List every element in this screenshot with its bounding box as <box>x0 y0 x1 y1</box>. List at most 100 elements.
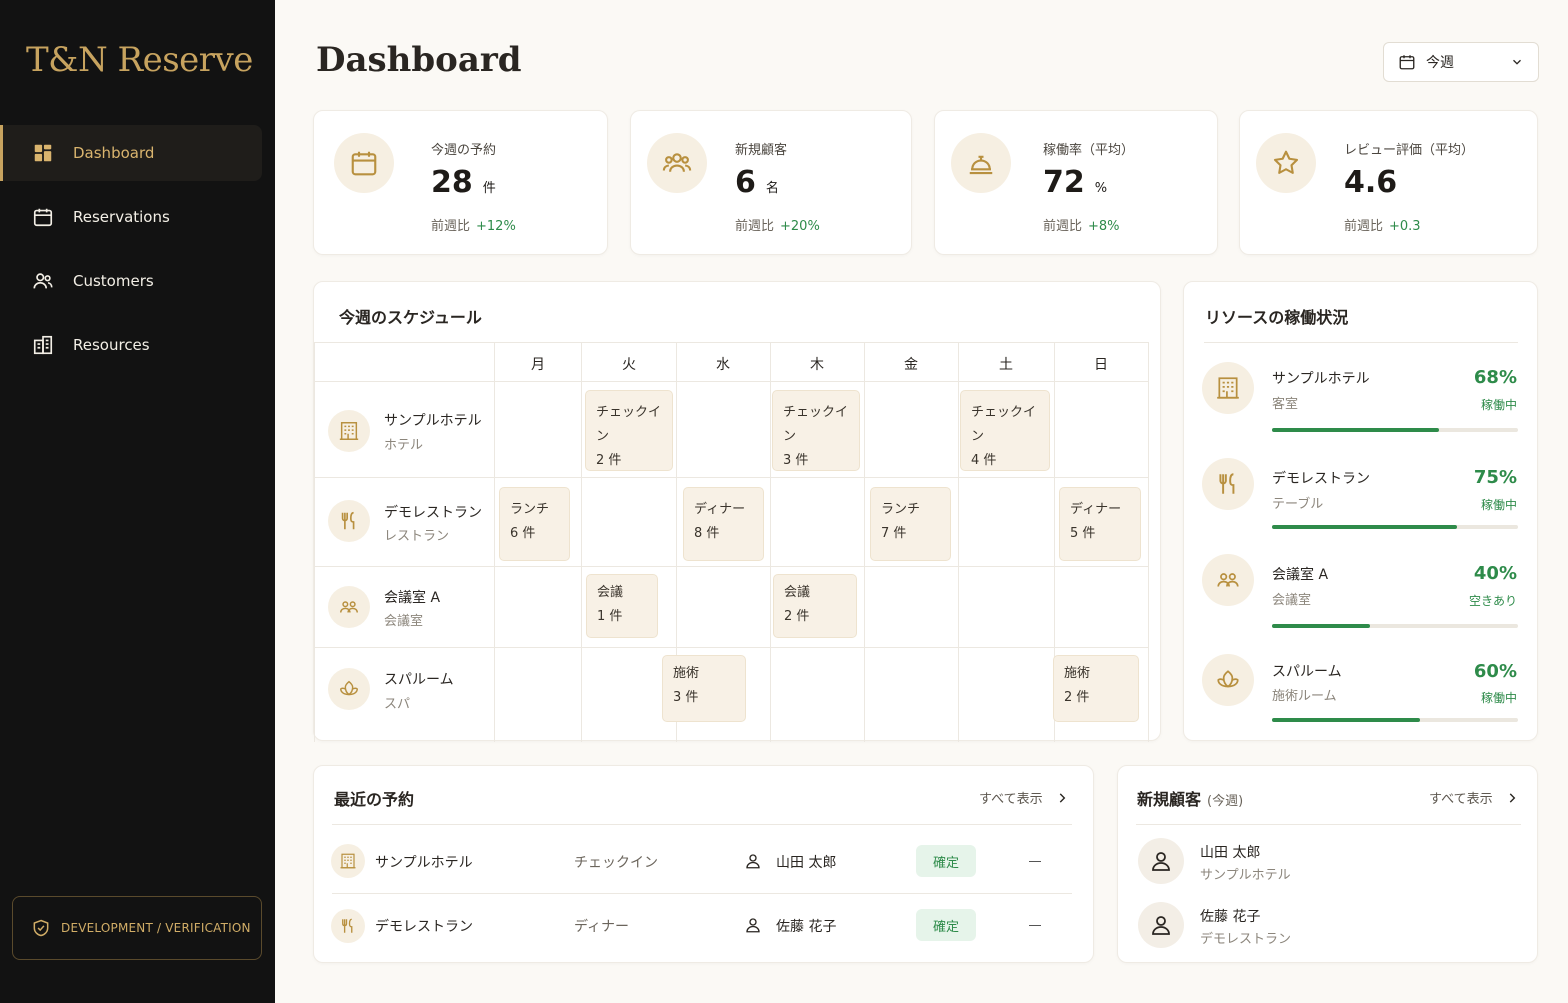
stat-delta-value: +12% <box>476 219 516 234</box>
resource-icon-wrap <box>1202 554 1254 606</box>
schedule-event[interactable]: ランチ 7 件 <box>870 487 951 561</box>
schedule-event[interactable]: チェックイン 2 件 <box>585 390 673 471</box>
hotel-icon <box>1217 377 1239 399</box>
stat-delta: 前週比 +20% <box>735 215 820 234</box>
utilization-bar-fill <box>1272 525 1457 529</box>
event-count: 3 件 <box>673 690 699 705</box>
star-icon <box>1273 150 1299 174</box>
day-header-fri: 金 <box>904 357 918 373</box>
event-label: チェックイン <box>971 405 1037 444</box>
stat-label: 新規顧客 <box>735 143 788 158</box>
event-label: 施術 <box>673 666 700 681</box>
sidebar-item-label: Customers <box>73 272 154 290</box>
day-header-sat: 土 <box>999 357 1013 373</box>
event-label: ディナー <box>1070 502 1122 517</box>
new-customers-title: 新規顧客 (今週) <box>1137 786 1243 810</box>
schedule-event[interactable]: チェックイン 4 件 <box>960 390 1050 471</box>
sidebar-item-customers[interactable]: Customers <box>0 253 262 309</box>
grid-line <box>581 342 582 742</box>
resource-type: 会議室 <box>384 614 424 629</box>
stat-value: 6名 <box>735 165 779 200</box>
schedule-title: 今週のスケジュール <box>339 308 482 327</box>
resource-icon-wrap <box>1202 362 1254 414</box>
grid-line <box>494 342 495 742</box>
schedule-card: 今週のスケジュール 月 火 水 木 金 土 日 サンプルホテル ホテル デモレス… <box>313 281 1161 742</box>
calendar-icon <box>1399 55 1415 70</box>
stat-delta-label: 前週比 <box>1344 219 1384 234</box>
schedule-event[interactable]: ランチ 6 件 <box>499 487 570 561</box>
row-menu-dash[interactable] <box>1029 861 1041 862</box>
schedule-event[interactable]: 施術 3 件 <box>662 655 746 722</box>
environment-badge: DEVELOPMENT / VERIFICATION <box>12 896 262 960</box>
schedule-event[interactable]: ディナー 8 件 <box>683 487 764 561</box>
utilization-name: デモレストラン <box>1272 471 1370 487</box>
new-customers-view-all-link[interactable]: すべて表示 <box>1429 788 1519 807</box>
utilization-status: 稼働中 <box>1480 398 1517 412</box>
schedule-event[interactable]: 会議 1 件 <box>586 574 658 638</box>
stat-value: 28 件 <box>431 165 496 200</box>
divider <box>332 893 1072 894</box>
reservation-kind: ディナー <box>574 919 630 935</box>
stat-number: 6 <box>735 165 756 200</box>
schedule-event[interactable]: 施術 2 件 <box>1053 655 1139 722</box>
event-count: 8 件 <box>694 526 720 541</box>
utilization-bar-fill <box>1272 718 1420 722</box>
stat-number: 28 <box>431 165 473 200</box>
resource-icon-wrap <box>1202 654 1254 706</box>
building-icon <box>33 335 53 355</box>
grid-line <box>314 342 315 742</box>
week-select[interactable]: 今週 <box>1383 42 1539 82</box>
sidebar-item-reservations[interactable]: Reservations <box>0 189 262 245</box>
grid-line <box>1148 342 1149 742</box>
schedule-event[interactable]: 会議 2 件 <box>773 574 857 638</box>
users-icon <box>33 273 53 289</box>
stat-delta-value: +0.3 <box>1389 219 1421 234</box>
stat-delta-label: 前週比 <box>735 219 775 234</box>
utilization-percent: 40% <box>1473 563 1517 584</box>
event-count: 1 件 <box>597 609 623 624</box>
grid-line <box>314 381 1149 382</box>
utilization-percent: 75% <box>1473 467 1517 488</box>
event-count: 6 件 <box>510 526 536 541</box>
grid-line <box>864 342 865 742</box>
row-menu-dash[interactable] <box>1029 925 1041 926</box>
utilization-type: テーブル <box>1272 497 1324 512</box>
reservation-customer: 山田 太郎 <box>776 855 837 871</box>
stat-label: 稼働率（平均） <box>1043 143 1135 158</box>
stat-label: レビュー評価（平均） <box>1344 143 1475 158</box>
recent-view-all-link[interactable]: すべて表示 <box>979 788 1069 807</box>
utilization-name: サンプルホテル <box>1272 371 1370 387</box>
chevron-right-icon <box>1059 792 1065 803</box>
sidebar-item-dashboard[interactable]: Dashboard <box>0 125 262 181</box>
event-label: ランチ <box>510 502 550 517</box>
customer-name: 佐藤 花子 <box>1200 909 1261 925</box>
row-icon-wrap <box>331 844 365 878</box>
reservation-customer: 佐藤 花子 <box>776 919 837 935</box>
resource-icon-wrap <box>328 500 370 542</box>
utilization-bar <box>1272 525 1518 529</box>
user-icon <box>1152 916 1170 935</box>
lotus-icon <box>1217 670 1239 688</box>
stat-value: 72% <box>1043 165 1107 200</box>
event-count: 7 件 <box>881 526 907 541</box>
avatar <box>1138 838 1184 884</box>
recent-title: 最近の予約 <box>334 790 415 809</box>
schedule-event[interactable]: チェックイン 3 件 <box>772 390 860 471</box>
event-count: 2 件 <box>596 453 622 468</box>
user-icon <box>1152 852 1170 871</box>
stat-unit: % <box>1094 181 1108 196</box>
dashboard-icon <box>34 144 52 162</box>
event-label: チェックイン <box>596 405 662 444</box>
chevron-down-icon <box>1513 59 1521 65</box>
schedule-event[interactable]: ディナー 5 件 <box>1059 487 1141 561</box>
day-header-thu: 木 <box>810 357 824 373</box>
utensils-icon <box>1219 473 1235 494</box>
new-customers-title-text: 新規顧客 <box>1137 790 1202 809</box>
utilization-type: 客室 <box>1272 397 1299 412</box>
status-badge: 確定 <box>916 909 976 941</box>
resource-type: レストラン <box>384 529 450 544</box>
stat-delta-value: +8% <box>1088 219 1120 234</box>
stat-unit: 名 <box>765 181 779 196</box>
sidebar-item-resources[interactable]: Resources <box>0 317 262 373</box>
event-count: 2 件 <box>784 609 810 624</box>
